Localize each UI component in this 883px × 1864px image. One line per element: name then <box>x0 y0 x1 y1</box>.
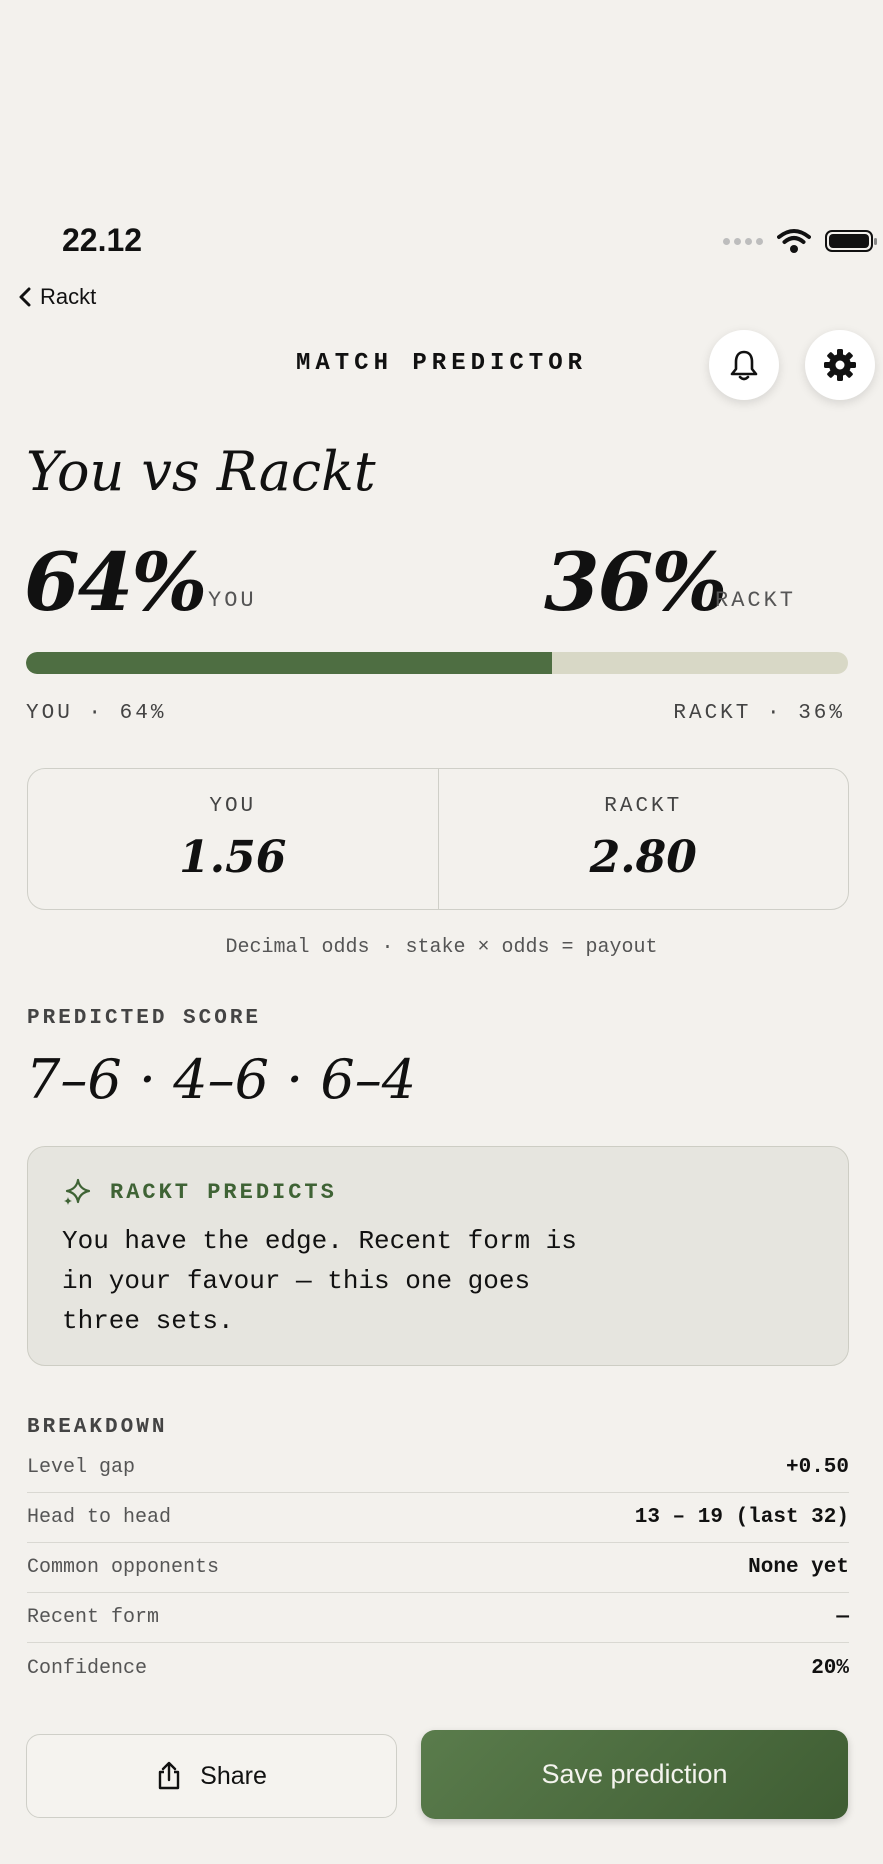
gear-icon <box>824 349 856 381</box>
status-time: 22.12 <box>62 222 143 258</box>
you-label: YOU <box>208 588 257 613</box>
rackt-predicts-title: RACKT PREDICTS <box>110 1179 337 1205</box>
you-odds-label: YOU <box>209 795 257 818</box>
breakdown-row: Confidence 20% <box>27 1643 849 1693</box>
odds-card: YOU 1.56 RACKT 2.80 <box>27 768 849 910</box>
breakdown-row-label: Recent form <box>27 1606 160 1629</box>
share-button[interactable]: Share <box>26 1734 397 1818</box>
rackt-win-percentage: 36% <box>544 535 727 629</box>
you-odds-value: 1.56 <box>179 832 287 883</box>
breakdown-row: Recent form — <box>27 1593 849 1643</box>
battery-icon <box>825 230 877 252</box>
breakdown-row-value: 13 – 19 (last 32) <box>634 1506 849 1529</box>
win-probability-fill <box>26 652 553 674</box>
rackt-odds-label: RACKT <box>604 795 683 818</box>
chevron-left-icon <box>19 287 31 307</box>
breakdown-row: Head to head 13 – 19 (last 32) <box>27 1493 849 1543</box>
breakdown-row: Common opponents None yet <box>27 1543 849 1593</box>
breakdown-row-value: +0.50 <box>785 1456 849 1479</box>
back-button[interactable]: Rackt <box>18 284 96 310</box>
breakdown-row-label: Confidence <box>27 1656 148 1680</box>
back-label: Rackt <box>40 284 97 309</box>
save-prediction-label: Save prediction <box>541 1759 728 1789</box>
breakdown-row-label: Head to head <box>27 1506 172 1529</box>
rackt-odds-value: 2.80 <box>589 832 697 883</box>
matchup-title: You vs Rackt <box>26 440 376 503</box>
notifications-button[interactable] <box>709 330 779 400</box>
signal-icon <box>723 237 763 245</box>
rackt-odds: RACKT 2.80 <box>437 769 849 909</box>
you-odds: YOU 1.56 <box>28 769 438 909</box>
predicted-score-value: 7–6 · 4–6 · 6–4 <box>26 1048 417 1111</box>
save-prediction-button[interactable]: Save prediction <box>421 1730 848 1819</box>
win-probability-bar <box>26 652 848 674</box>
odds-note: Decimal odds · stake × odds = payout <box>225 936 658 959</box>
share-label: Share <box>200 1761 267 1790</box>
status-icons <box>723 228 877 254</box>
settings-button[interactable] <box>805 330 875 400</box>
breakdown-row-value: None yet <box>748 1556 849 1579</box>
rackt-predicts-card: RACKT PREDICTS You have the edge. Recent… <box>27 1146 849 1366</box>
breakdown-row-label: Level gap <box>27 1456 136 1479</box>
breakdown-table: Level gap +0.50 Head to head 13 – 19 (la… <box>27 1443 849 1693</box>
rackt-bar-caption: RACKT · 36% <box>673 702 845 725</box>
breakdown-label: BREAKDOWN <box>27 1416 168 1439</box>
breakdown-row-value: 20% <box>811 1656 849 1680</box>
predicted-score-label: PREDICTED SCORE <box>27 1007 262 1030</box>
bell-icon <box>730 350 758 381</box>
you-bar-caption: YOU · 64% <box>26 702 167 725</box>
rackt-label: RACKT <box>715 588 797 613</box>
you-win-percentage: 64% <box>24 535 207 629</box>
breakdown-row-value: — <box>836 1606 849 1629</box>
breakdown-row: Level gap +0.50 <box>27 1443 849 1493</box>
sparkle-icon <box>64 1178 91 1205</box>
breakdown-row-label: Common opponents <box>27 1556 220 1579</box>
wifi-icon <box>777 229 811 253</box>
share-icon <box>158 1761 180 1790</box>
rackt-predicts-text: You have the edge. Recent form is in you… <box>62 1226 577 1336</box>
